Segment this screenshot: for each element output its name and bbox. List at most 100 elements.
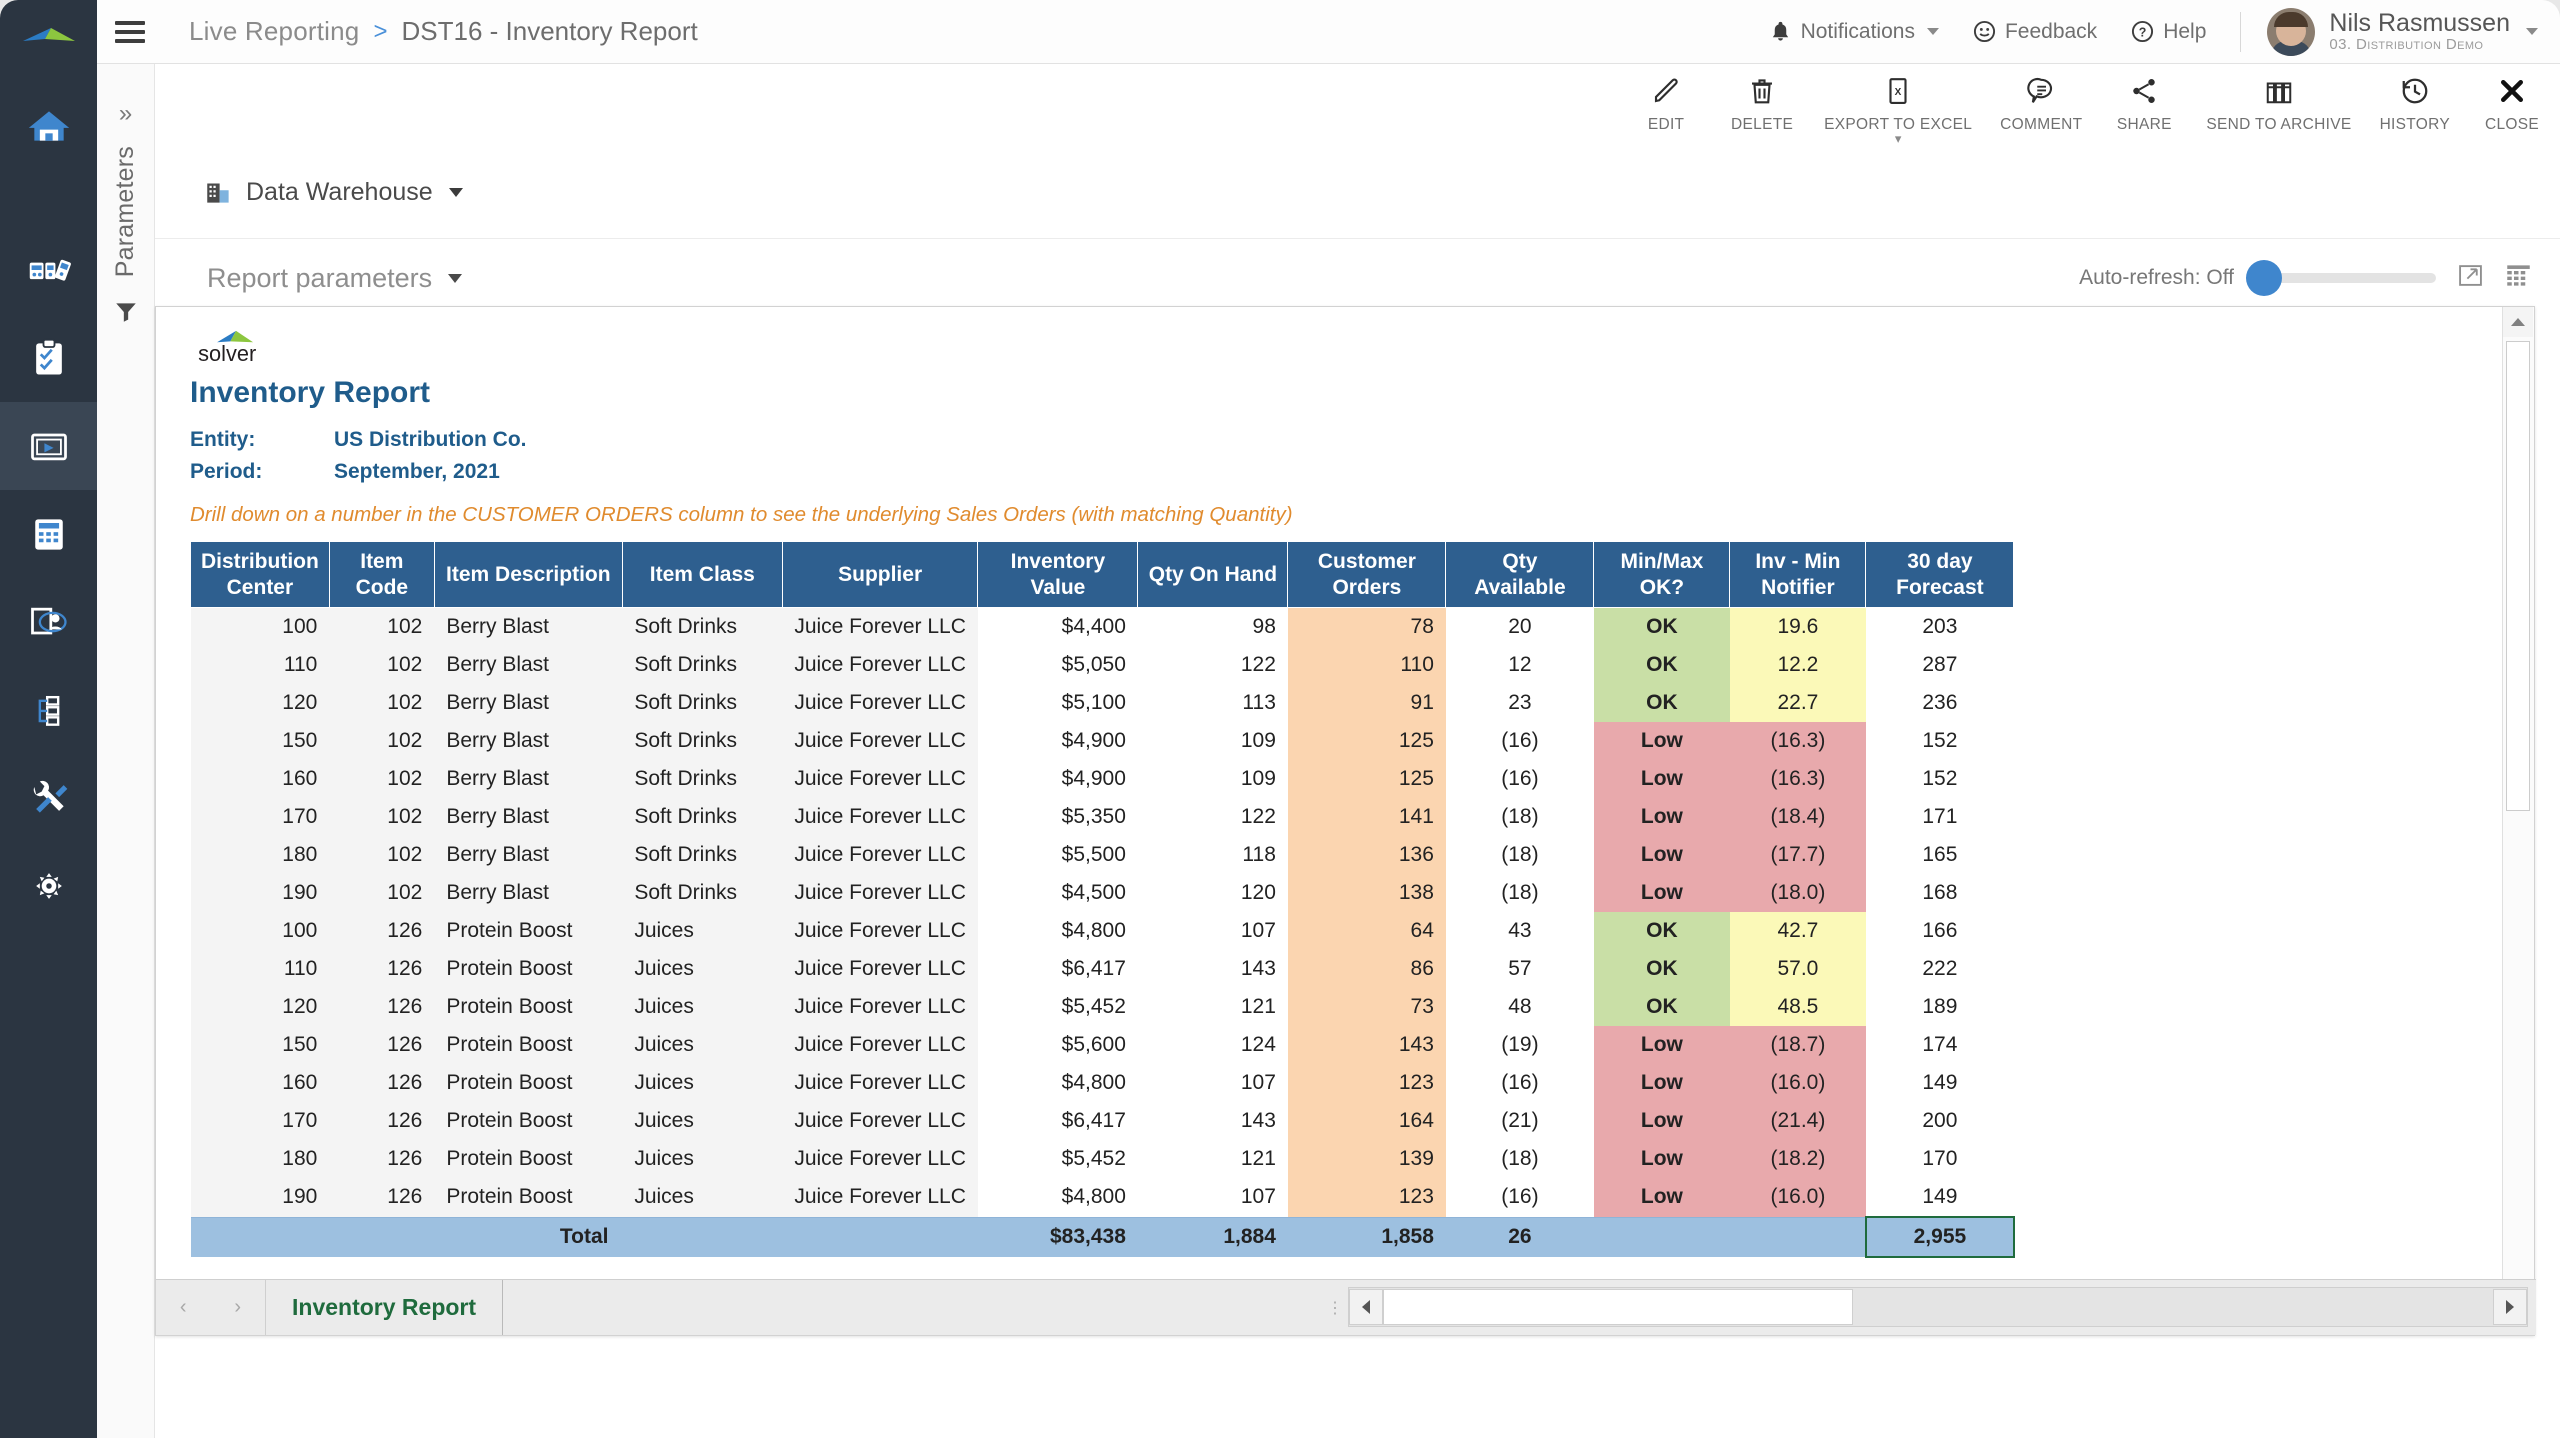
cell-item-class: Soft Drinks [634,729,738,753]
cell-customer-orders[interactable]: 125 [1287,760,1446,799]
notifications-label: Notifications [1800,19,1915,43]
col-inv-min-notifier[interactable]: Inv - Min Notifier [1729,540,1867,609]
sheet-next-button[interactable]: › [234,1296,241,1319]
hscroll-right-button[interactable] [2493,1289,2527,1325]
send-to-archive-button[interactable]: SEND TO ARCHIVE [2192,70,2365,134]
delete-button[interactable]: DELETE [1714,70,1810,134]
cell-inventory-value: $6,417 [977,950,1138,989]
scroll-up-button[interactable] [2503,307,2533,337]
report-note: Drill down on a number in the CUSTOMER O… [190,503,1293,526]
cell-customer-orders[interactable]: 164 [1287,1102,1446,1141]
sheet-tab-inventory-report[interactable]: Inventory Report [266,1280,504,1335]
col-distribution-center[interactable]: Distribution Center [190,540,330,609]
col-qty-available[interactable]: Qty Available [1445,540,1595,609]
report-horizontal-scrollbar[interactable] [1348,1287,2528,1327]
sidebar-item-tasks[interactable] [0,314,97,402]
send-to-archive-label: SEND TO ARCHIVE [2206,116,2352,133]
hamburger-menu-icon[interactable] [115,20,171,43]
edit-button[interactable]: EDIT [1618,70,1714,134]
table-row: 160 102 Berry Blast Soft Drinks Juice Foreve… [190,760,2014,799]
sidebar-item-settings[interactable] [0,842,97,930]
cell-inventory-value: $4,800 [977,1178,1138,1218]
cell-30-day-forecast: 203 [1865,607,2014,647]
user-menu[interactable]: Nils Rasmussen 03. Distribution Demo [2329,9,2510,53]
col-customer-orders[interactable]: Customer Orders [1287,540,1447,609]
notifications-button[interactable]: Notifications [1769,20,1939,44]
breadcrumb-root[interactable]: Live Reporting [189,16,359,47]
close-button[interactable]: CLOSE [2464,70,2560,134]
cell-customer-orders[interactable]: 143 [1287,1026,1446,1065]
export-chevron-down-icon[interactable]: ▾ [1895,132,1902,145]
cell-item-class: Soft Drinks [634,691,738,715]
cell-customer-orders[interactable]: 91 [1287,684,1446,723]
col-item-description[interactable]: Item Description [433,540,623,609]
cell-item-class: Juices [634,1147,694,1171]
col-item-class[interactable]: Item Class [621,540,783,609]
cell-item-code: 126 [387,1185,423,1209]
grid-view-icon[interactable] [2505,262,2532,294]
sidebar-item-dashboards[interactable] [0,226,97,314]
sidebar-item-data-entry[interactable] [0,578,97,666]
cell-customer-orders[interactable]: 78 [1287,607,1446,647]
expand-parameters-icon[interactable]: » [119,100,132,128]
cell-customer-orders[interactable]: 110 [1287,646,1446,685]
cell-distribution-center: 120 [282,995,318,1019]
auto-refresh-knob[interactable] [2246,260,2282,296]
cell-customer-orders[interactable]: 125 [1287,722,1446,761]
cell-total-qty-on-hand: 1,884 [1137,1216,1288,1258]
help-button[interactable]: ? Help [2131,20,2206,44]
col-minmax-ok[interactable]: Min/Max OK? [1593,540,1731,609]
cell-customer-orders[interactable]: 73 [1287,988,1446,1027]
cell-customer-orders[interactable]: 86 [1287,950,1446,989]
splitter-grip[interactable]: ⋮ [1322,1280,1348,1335]
cell-total-label: Total [190,1216,978,1258]
comment-button[interactable]: COMMENT [1986,70,2096,134]
export-to-excel-button[interactable]: X EXPORT TO EXCEL ▾ [1810,70,1986,145]
sidebar-item-tools[interactable] [0,754,97,842]
cell-customer-orders[interactable]: 138 [1287,874,1446,913]
cell-item-code: 126 [387,1071,423,1095]
cell-qty-on-hand: 107 [1137,1064,1288,1103]
cell-item-code: 102 [387,805,423,829]
col-item-code[interactable]: Item Code [328,540,435,609]
sidebar-item-reporting[interactable] [0,402,97,490]
cell-item-class: Soft Drinks [634,767,738,791]
vertical-scroll-thumb[interactable] [2506,341,2530,811]
sidebar-item-budgeting[interactable] [0,490,97,578]
feedback-button[interactable]: Feedback [1973,20,2097,44]
horizontal-scroll-thumb[interactable] [1383,1289,1853,1325]
hscroll-left-button[interactable] [1349,1289,1383,1325]
excel-icon: X [1889,78,1907,104]
col-30-day-forecast[interactable]: 30 day Forecast [1865,540,2015,609]
sidebar-item-workflow[interactable] [0,666,97,754]
cell-inventory-value: $5,350 [977,798,1138,837]
user-chevron-down-icon[interactable] [2526,28,2538,35]
fullscreen-icon[interactable] [2458,263,2483,293]
sidebar-item-home[interactable] [0,82,97,170]
cell-customer-orders[interactable]: 136 [1287,836,1446,875]
filter-funnel-icon[interactable] [113,299,139,330]
history-button[interactable]: HISTORY [2366,70,2464,134]
cell-customer-orders[interactable]: 123 [1287,1178,1446,1218]
cell-customer-orders[interactable]: 139 [1287,1140,1446,1179]
cell-minmax-ok: OK [1593,646,1730,685]
auto-refresh-slider[interactable] [2246,260,2436,296]
col-inventory-value[interactable]: Inventory Value [977,540,1139,609]
avatar[interactable] [2267,7,2316,56]
cell-customer-orders[interactable]: 64 [1287,912,1446,951]
cell-inv-min-notifier: (16.0) [1729,1178,1866,1218]
archive-icon [2266,82,2292,104]
cell-inv-min-notifier: 42.7 [1729,912,1866,951]
col-supplier[interactable]: Supplier [781,540,979,609]
report-vertical-scrollbar[interactable] [2502,307,2534,1335]
parameters-label[interactable]: Parameters [111,146,140,277]
share-button[interactable]: SHARE [2096,70,2192,134]
cell-minmax-ok: Low [1593,1064,1730,1103]
cell-customer-orders[interactable]: 141 [1287,798,1446,837]
cell-inventory-value: $5,100 [977,684,1138,723]
sheet-prev-button[interactable]: ‹ [180,1296,187,1319]
data-source-selector[interactable]: Data Warehouse [205,160,2560,207]
cell-customer-orders[interactable]: 123 [1287,1064,1446,1103]
cell-item-description: Protein Boost [446,1185,573,1209]
col-qty-on-hand[interactable]: Qty On Hand [1137,540,1289,609]
